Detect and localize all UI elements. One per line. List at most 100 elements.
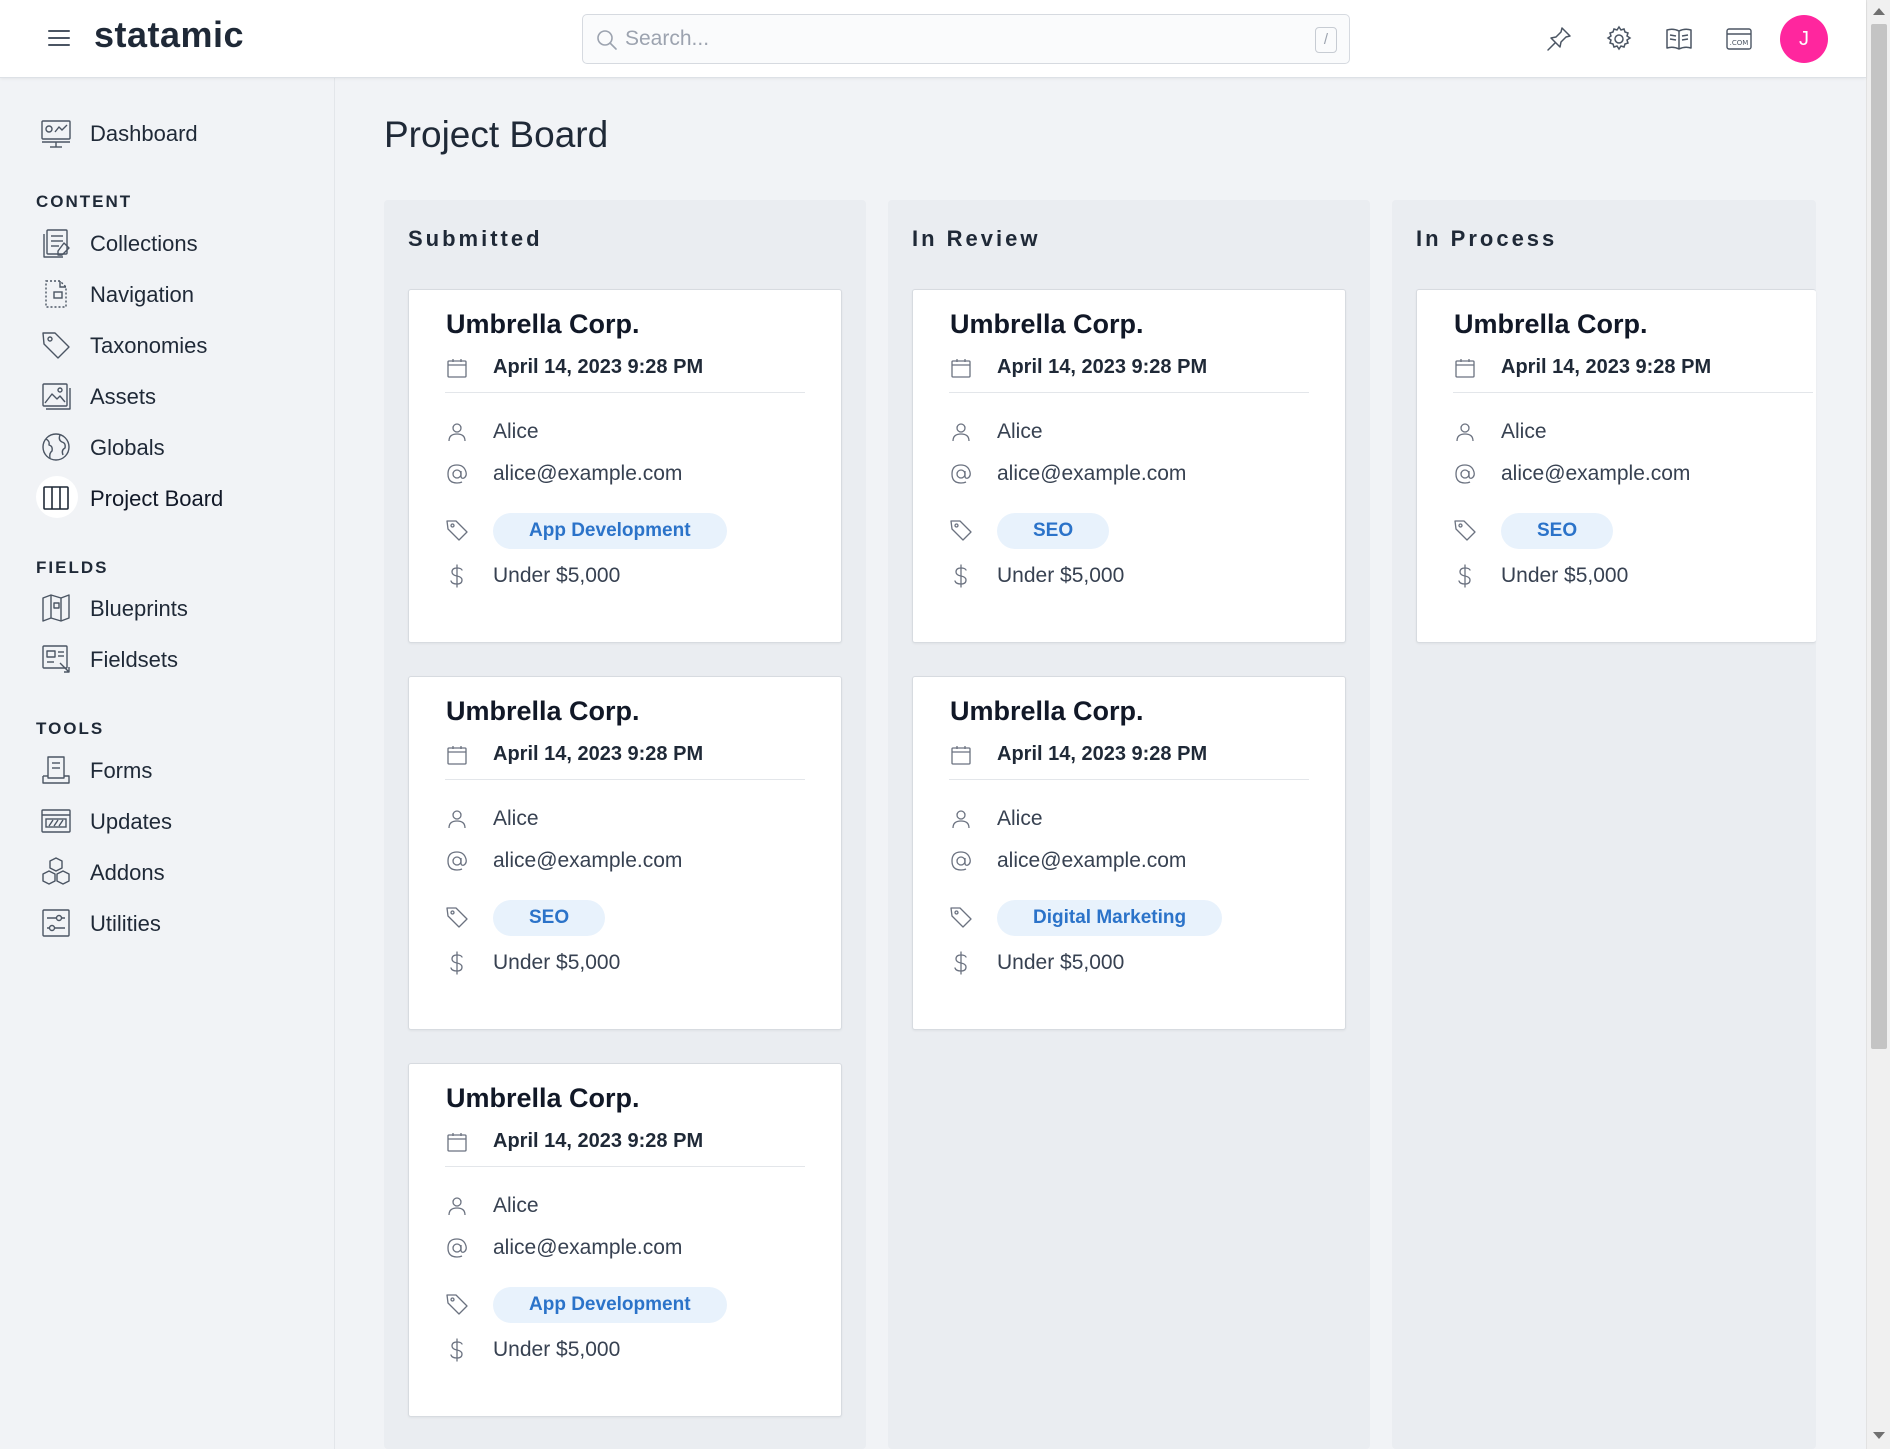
sidebar-item-label: Taxonomies [90, 333, 208, 358]
sidebar-item-taxonomies[interactable]: Taxonomies [36, 325, 316, 365]
sidebar-item-label: Addons [90, 860, 165, 885]
sidebar-item-fieldsets[interactable]: Fieldsets [36, 639, 316, 679]
sidebar-item-utilities[interactable]: Utilities [36, 903, 316, 943]
project-card[interactable]: Umbrella Corp. April 14, 2023 9:28 PM Al… [408, 676, 842, 1030]
sidebar-item-label: Project Board [90, 486, 224, 511]
menu-toggle-icon[interactable] [48, 28, 72, 48]
sidebar-item-label: Globals [90, 435, 165, 460]
updates-icon [41, 809, 71, 833]
card-email-row: alice@example.com [445, 460, 825, 490]
user-icon [445, 420, 469, 444]
assets-icon [42, 383, 71, 410]
sidebar-item-updates[interactable]: Updates [36, 801, 316, 841]
card-tag-row: SEO [1453, 513, 1833, 549]
card-name-row: Alice [445, 418, 825, 448]
dollar-icon [445, 1338, 469, 1362]
card-date: April 14, 2023 9:28 PM [997, 743, 1208, 765]
site-com-icon[interactable]: .COM [1724, 24, 1754, 54]
svg-text:.COM: .COM [1730, 39, 1749, 47]
card-name-row: Alice [445, 1192, 825, 1222]
user-avatar[interactable]: J [1780, 15, 1828, 63]
card-email-row: alice@example.com [445, 847, 825, 877]
sidebar-item-blueprints[interactable]: Blueprints [36, 588, 316, 628]
at-icon [949, 849, 973, 873]
brand-logo[interactable]: statamic [94, 14, 244, 56]
card-divider [949, 779, 1309, 780]
pin-icon[interactable] [1544, 24, 1574, 54]
top-header: statamic / .COM J [0, 0, 1866, 78]
sidebar-item-forms[interactable]: Forms [36, 750, 316, 790]
sidebar-item-label: Utilities [90, 911, 161, 936]
scroll-down-arrow[interactable] [1873, 1432, 1885, 1439]
addons-icon [42, 857, 70, 885]
sidebar-item-dashboard[interactable]: Dashboard [36, 113, 316, 153]
scroll-thumb[interactable] [1871, 24, 1887, 1049]
user-icon [949, 420, 973, 444]
section-title-tools: TOOLS [36, 719, 105, 738]
card-budget: Under $5,000 [997, 951, 1125, 974]
page-scrollbar[interactable] [1866, 0, 1890, 1449]
card-budget-row: Under $5,000 [949, 562, 1329, 592]
at-icon [445, 462, 469, 486]
card-company: Umbrella Corp. [446, 1083, 640, 1113]
card-company: Umbrella Corp. [446, 696, 640, 726]
card-name: Alice [493, 807, 539, 830]
dashboard-icon [41, 120, 71, 148]
service-tag: Digital Marketing [997, 900, 1223, 936]
calendar-icon [949, 743, 973, 767]
project-card[interactable]: Umbrella Corp. April 14, 2023 9:28 PM Al… [408, 289, 842, 643]
tag-icon [42, 332, 70, 359]
card-date: April 14, 2023 9:28 PM [997, 356, 1208, 378]
page-title: Project Board [384, 114, 609, 155]
card-email-row: alice@example.com [949, 460, 1329, 490]
card-email-row: alice@example.com [949, 847, 1329, 877]
utilities-icon [42, 909, 70, 937]
card-budget-row: Under $5,000 [949, 949, 1329, 979]
project-card[interactable]: Umbrella Corp. April 14, 2023 9:28 PM Al… [912, 676, 1346, 1030]
sidebar-item-navigation[interactable]: Navigation [36, 274, 316, 314]
column-title: In Process [1416, 226, 1558, 251]
search-icon [597, 30, 617, 50]
tag-icon [1453, 518, 1477, 542]
card-divider [445, 779, 805, 780]
calendar-icon [445, 1130, 469, 1154]
sidebar-item-globals[interactable]: Globals [36, 427, 316, 467]
card-budget-row: Under $5,000 [1453, 562, 1833, 592]
gear-icon[interactable] [1604, 24, 1634, 54]
at-icon [445, 849, 469, 873]
project-card[interactable]: Umbrella Corp. April 14, 2023 9:28 PM Al… [408, 1063, 842, 1417]
search-input[interactable] [623, 15, 1283, 63]
dollar-icon [949, 951, 973, 975]
service-tag: SEO [493, 900, 606, 936]
sidebar-item-label: Dashboard [90, 121, 198, 146]
sidebar-item-collections[interactable]: Collections [36, 223, 316, 263]
card-budget: Under $5,000 [1501, 564, 1629, 587]
card-company: Umbrella Corp. [1454, 309, 1648, 339]
card-date-row: April 14, 2023 9:28 PM [445, 354, 825, 384]
card-date-row: April 14, 2023 9:28 PM [949, 354, 1329, 384]
sidebar-item-label: Updates [90, 809, 172, 834]
project-card[interactable]: Umbrella Corp. April 14, 2023 9:28 PM Al… [912, 289, 1346, 643]
sidebar-item-project-board[interactable]: Project Board [36, 476, 316, 518]
user-icon [445, 1194, 469, 1218]
project-card[interactable]: Umbrella Corp. April 14, 2023 9:28 PM Al… [1416, 289, 1816, 643]
sidebar-item-label: Collections [90, 231, 198, 256]
card-email: alice@example.com [493, 1236, 683, 1259]
scroll-up-arrow[interactable] [1873, 8, 1885, 15]
sidebar-item-addons[interactable]: Addons [36, 852, 316, 892]
card-name: Alice [997, 420, 1043, 443]
globe-icon [42, 433, 70, 461]
card-tag-row: App Development [445, 513, 825, 549]
at-icon [949, 462, 973, 486]
user-icon [949, 807, 973, 831]
card-name: Alice [997, 807, 1043, 830]
sidebar-item-assets[interactable]: Assets [36, 376, 316, 416]
card-divider [445, 392, 805, 393]
calendar-icon [445, 743, 469, 767]
at-icon [1453, 462, 1477, 486]
sidebar-item-label: Blueprints [90, 596, 188, 621]
book-icon[interactable] [1664, 24, 1694, 54]
global-search[interactable]: / [582, 14, 1350, 64]
collections-icon [43, 229, 70, 258]
service-tag: App Development [493, 1287, 727, 1323]
